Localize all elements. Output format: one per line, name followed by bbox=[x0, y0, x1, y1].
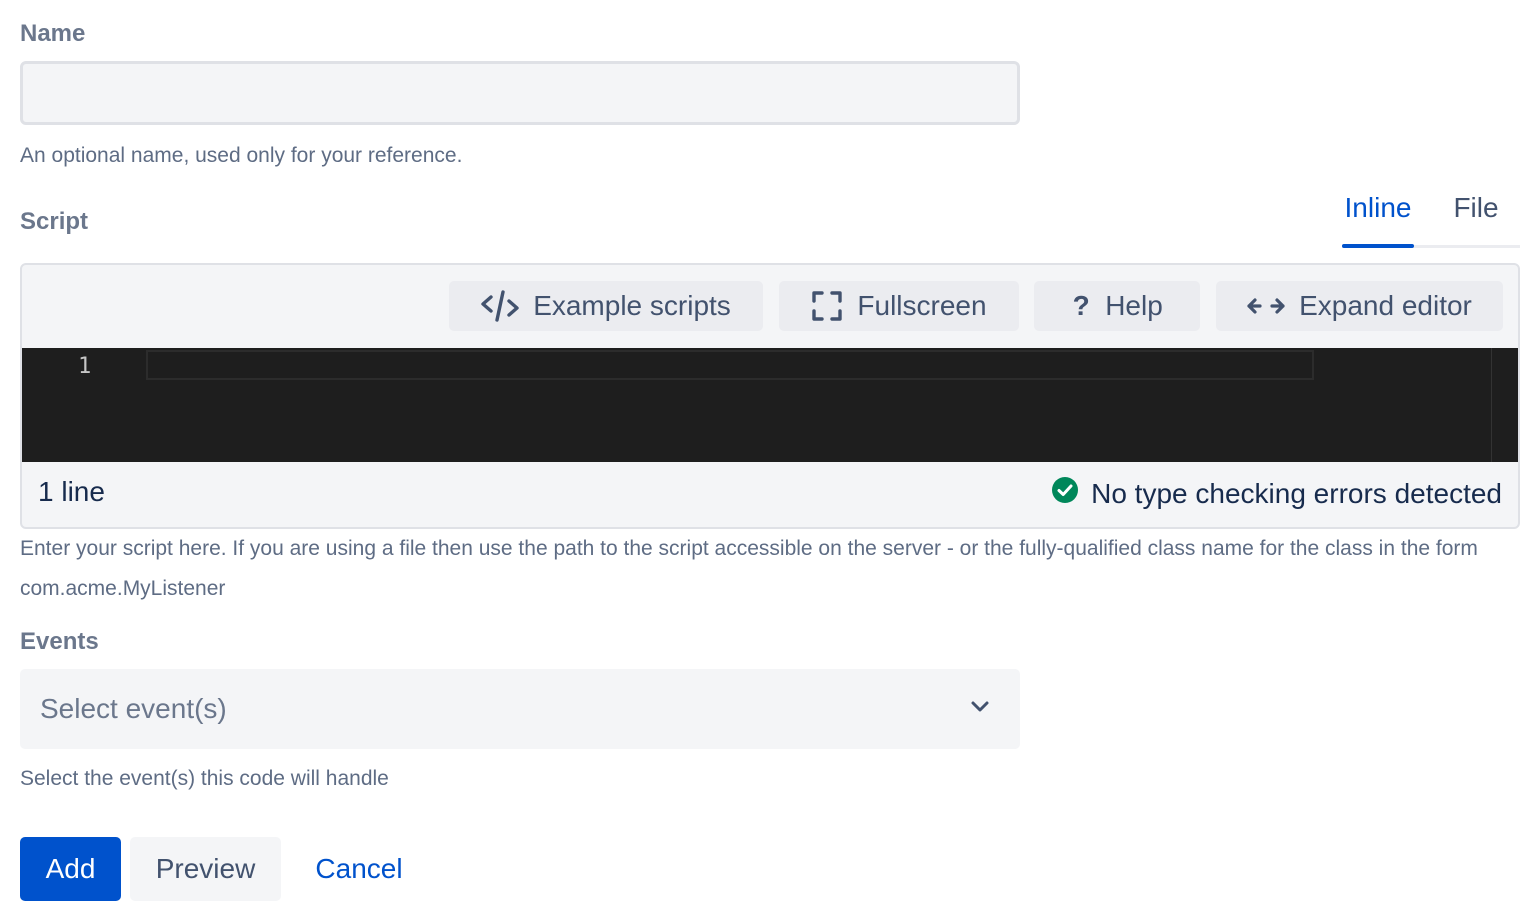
expand-arrows-icon bbox=[1247, 296, 1285, 316]
name-input[interactable] bbox=[20, 61, 1020, 125]
tab-inline[interactable]: Inline bbox=[1342, 192, 1414, 248]
expand-editor-label: Expand editor bbox=[1299, 290, 1472, 321]
fullscreen-button[interactable]: Fullscreen bbox=[779, 281, 1019, 331]
script-helper-text: Enter your script here. If you are using… bbox=[20, 537, 1478, 600]
events-select[interactable]: Select event(s) bbox=[20, 669, 1020, 749]
script-editor: Example scripts Fullscreen ? Help Expand… bbox=[20, 263, 1520, 529]
check-circle-icon bbox=[1051, 476, 1079, 511]
events-placeholder: Select event(s) bbox=[40, 693, 227, 724]
preview-button[interactable]: Preview bbox=[130, 837, 281, 901]
editor-toolbar: Example scripts Fullscreen ? Help Expand… bbox=[22, 265, 1518, 349]
tab-file[interactable]: File bbox=[1452, 192, 1500, 248]
script-listener-form: Name An optional name, used only for you… bbox=[0, 0, 1540, 916]
code-icon bbox=[481, 289, 519, 323]
add-button[interactable]: Add bbox=[20, 837, 121, 901]
name-helper-text: An optional name, used only for your ref… bbox=[20, 144, 463, 167]
script-source-tabs: Inline File bbox=[1342, 192, 1520, 248]
example-scripts-button[interactable]: Example scripts bbox=[449, 281, 763, 331]
expand-editor-button[interactable]: Expand editor bbox=[1216, 281, 1503, 331]
fullscreen-icon bbox=[811, 290, 843, 322]
help-button[interactable]: ? Help bbox=[1034, 281, 1200, 331]
example-scripts-label: Example scripts bbox=[533, 290, 731, 321]
script-label: Script bbox=[20, 208, 89, 235]
name-label: Name bbox=[20, 20, 86, 47]
current-line-highlight bbox=[146, 350, 1314, 380]
chevron-down-icon bbox=[970, 700, 990, 719]
line-count: 1 line bbox=[38, 476, 105, 507]
type-check-status: No type checking errors detected bbox=[1051, 476, 1502, 511]
type-check-label: No type checking errors detected bbox=[1091, 477, 1502, 509]
help-label: Help bbox=[1105, 290, 1163, 321]
events-helper-text: Select the event(s) this code will handl… bbox=[20, 767, 389, 790]
question-icon: ? bbox=[1072, 290, 1090, 321]
events-label: Events bbox=[20, 628, 99, 655]
line-number: 1 bbox=[78, 354, 92, 379]
cancel-button[interactable]: Cancel bbox=[294, 837, 424, 901]
editor-scrollbar-track[interactable] bbox=[1491, 348, 1492, 462]
editor-status-bar: 1 line No type checking errors detected bbox=[22, 460, 1518, 527]
fullscreen-label: Fullscreen bbox=[857, 290, 987, 321]
code-editor-area[interactable]: 1 bbox=[22, 348, 1518, 462]
